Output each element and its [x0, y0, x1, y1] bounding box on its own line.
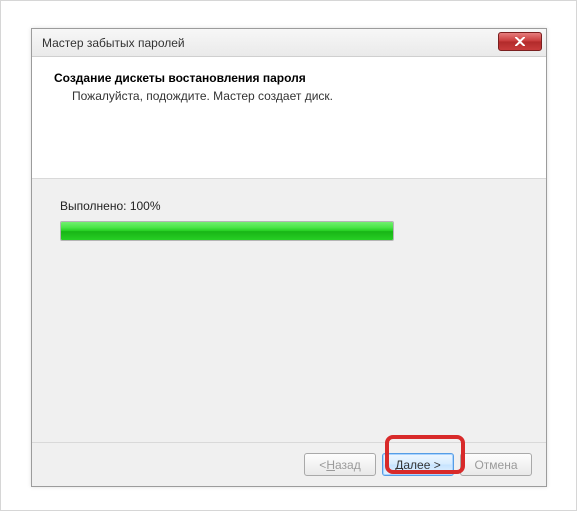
progress-label-prefix: Выполнено:	[60, 199, 130, 213]
next-button-rest: алее >	[403, 458, 440, 472]
wizard-footer: < Назад Далее > Отмена	[32, 442, 546, 486]
back-button-rest: азад	[335, 458, 361, 472]
wizard-subheading: Пожалуйста, подождите. Мастер создает ди…	[54, 89, 524, 103]
close-button[interactable]	[498, 32, 542, 51]
next-button-hotkey: Д	[395, 458, 403, 472]
wizard-window: Мастер забытых паролей Создание дискеты …	[31, 28, 547, 487]
close-icon	[515, 37, 525, 46]
titlebar: Мастер забытых паролей	[32, 29, 546, 57]
screenshot-canvas: Мастер забытых паролей Создание дискеты …	[0, 0, 577, 511]
back-button: < Назад	[304, 453, 376, 476]
wizard-header: Создание дискеты востановления пароля По…	[32, 57, 546, 179]
window-title: Мастер забытых паролей	[42, 36, 185, 50]
back-button-hotkey: Н	[326, 458, 335, 472]
progress-label: Выполнено: 100%	[60, 199, 518, 213]
progress-percent: 100%	[130, 199, 161, 213]
next-button[interactable]: Далее >	[382, 453, 454, 476]
cancel-button-label: Отмена	[474, 458, 517, 472]
back-button-prefix: <	[319, 458, 326, 472]
wizard-content: Выполнено: 100%	[32, 179, 546, 442]
cancel-button: Отмена	[460, 453, 532, 476]
progress-bar	[60, 221, 394, 241]
progress-fill	[61, 222, 393, 240]
wizard-heading: Создание дискеты востановления пароля	[54, 71, 524, 85]
